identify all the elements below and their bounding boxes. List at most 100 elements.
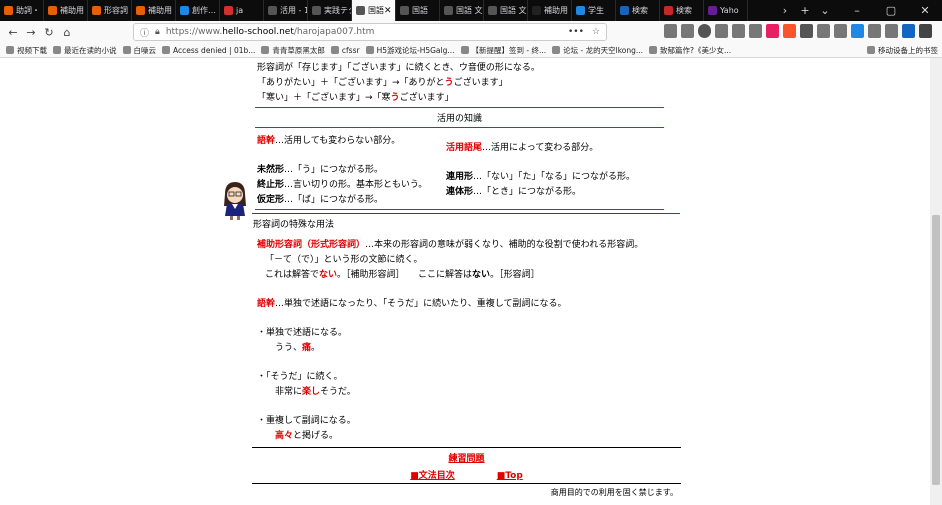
browser-tab[interactable]: 実践テク: [308, 0, 352, 21]
bookmark-icon: [162, 46, 170, 54]
bookmark-item[interactable]: cfssr: [330, 46, 360, 55]
hojo-example: これは解答でない。［補助形容詞］ ここに解答はない。［形容詞］: [265, 267, 540, 280]
menu-icon[interactable]: [919, 24, 932, 38]
maximize-icon[interactable]: ▢: [874, 4, 908, 17]
browser-tab[interactable]: 創作…: [176, 0, 220, 21]
tab-favicon-icon: [708, 6, 717, 15]
bookmark-icon: [6, 46, 14, 54]
tab-favicon-icon: [136, 6, 145, 15]
bookmarks-toolbar: 视频下载 最近在读的小说 白噪云 Access denied | 01b... 青青草原…: [0, 43, 942, 58]
tab-label: 国語: [368, 6, 384, 15]
download-icon[interactable]: [868, 24, 881, 38]
reload-icon[interactable]: ↻: [40, 26, 58, 39]
browser-tab[interactable]: 活用 - 10: [264, 0, 308, 21]
practice-link[interactable]: 練習問題: [448, 454, 484, 464]
tab-label: 補助用: [148, 6, 172, 15]
browser-tab[interactable]: 補助用: [44, 0, 88, 21]
extension-blue-icon[interactable]: [902, 24, 915, 38]
bookmark-item[interactable]: 论坛 - 龙的天空lkong...: [552, 45, 643, 56]
tab-scroll-right-icon[interactable]: ›: [775, 4, 795, 17]
new-tab-icon[interactable]: +: [795, 4, 815, 17]
bookmark-icon: [330, 46, 339, 54]
back-icon[interactable]: ←: [4, 26, 22, 39]
browser-tab[interactable]: 検索: [616, 0, 660, 21]
browser-tab[interactable]: 検索: [660, 0, 704, 21]
bookmark-item[interactable]: 青青草原黑太郎: [261, 45, 325, 56]
tab-label: 創作…: [192, 6, 216, 15]
close-window-icon[interactable]: ✕: [908, 4, 942, 17]
onbin-highlight: う: [390, 93, 400, 103]
browser-tab[interactable]: 形容詞: [88, 0, 132, 21]
usage-2-example: 非常に楽しそうだ。: [275, 384, 356, 397]
katei-desc: …「ば」につながる形。: [284, 195, 384, 205]
tab-favicon-icon: [48, 6, 57, 15]
browser-tab[interactable]: 補助用: [132, 0, 176, 21]
bookmark-label: 致郁篇作?《美少女...: [660, 45, 732, 55]
bookmark-star-icon[interactable]: ☆: [592, 27, 600, 37]
home-icon[interactable]: ⌂: [58, 26, 76, 39]
browser-tab[interactable]: 国語: [396, 0, 440, 21]
url-path: /harojapa007.htm: [293, 27, 375, 37]
tab-favicon-icon: [664, 6, 673, 15]
tab-label: 助詞・: [16, 6, 40, 15]
mizen-term: 未然形: [257, 165, 285, 175]
tab-label: 国語 文: [456, 6, 483, 15]
minimize-icon[interactable]: –: [840, 4, 874, 17]
close-tab-icon[interactable]: ✕: [384, 6, 392, 16]
extension-b-icon[interactable]: [851, 24, 864, 38]
u2-ex-b: そうだ。: [320, 387, 356, 397]
extension-icon[interactable]: [800, 24, 813, 38]
grammar-toc-link[interactable]: ■文法目次: [410, 471, 455, 481]
bookmark-item[interactable]: Access denied | 01b...: [162, 46, 255, 55]
browser-tab[interactable]: 助詞・: [0, 0, 44, 21]
url-host: hello-school.net: [222, 27, 294, 37]
screenshot-icon[interactable]: [715, 24, 728, 38]
bookmark-item[interactable]: 【新提醒】签到 - 终...: [460, 45, 546, 56]
bookmark-icon: [460, 46, 469, 54]
undo-icon[interactable]: [749, 24, 762, 38]
top-link[interactable]: ■Top: [497, 471, 523, 481]
bookmark-item[interactable]: 移动设备上的书签: [867, 45, 938, 56]
bookmark-label: Access denied | 01b...: [173, 45, 256, 55]
hojo-term: 補助形容詞（形式形容詞）: [257, 240, 366, 250]
extension-gear-icon[interactable]: [834, 24, 847, 38]
tab-label: 補助用: [60, 6, 84, 15]
tab-label: 学生: [588, 6, 604, 15]
bookmark-label: 最近在读的小说: [64, 45, 117, 55]
hojo-ex-nai-1: ない: [319, 270, 338, 280]
mizen-form: 未然形…「う」につながる形。: [257, 162, 383, 175]
bookmark-item[interactable]: 白噪云: [122, 45, 156, 56]
page-actions-icon[interactable]: •••: [568, 27, 584, 37]
reader-icon[interactable]: [817, 24, 830, 38]
forward-icon[interactable]: →: [22, 26, 40, 39]
browser-tab[interactable]: ja: [220, 0, 264, 21]
bookmark-item[interactable]: 致郁篇作?《美少女...: [649, 45, 731, 56]
tab-label: 活用 - 10: [280, 6, 307, 15]
library-icon[interactable]: [664, 24, 677, 38]
extension-s-icon[interactable]: [885, 24, 898, 38]
bookmark-item[interactable]: 视频下载: [6, 45, 47, 56]
tab-list-icon[interactable]: ⌄: [815, 4, 835, 17]
browser-tab[interactable]: 国語 文: [440, 0, 484, 21]
bookmark-item[interactable]: 最近在读的小说: [53, 45, 117, 56]
extension-e-icon[interactable]: [766, 24, 779, 38]
u1-ex-a: うう、: [275, 343, 303, 353]
shushi-term: 終止形: [257, 180, 285, 190]
shushi-desc: …言い切りの形。基本形ともいう。: [284, 180, 428, 190]
divider: [255, 127, 664, 128]
browser-tab[interactable]: 補助用: [528, 0, 572, 21]
browser-tab[interactable]: 国語 文: [484, 0, 528, 21]
tab-favicon-icon: [620, 6, 629, 15]
browser-tab[interactable]: 学生: [572, 0, 616, 21]
browser-tab[interactable]: 国語 ✕: [352, 0, 396, 21]
intro-line-2-text: 「ありがたい」＋「ございます」→「ありがとうございます」: [257, 78, 508, 88]
info-icon[interactable]: ⓘ: [140, 26, 149, 39]
bookmark-item[interactable]: H5游戏论坛-H5Galg...: [365, 45, 455, 56]
chat-icon[interactable]: [732, 24, 745, 38]
scrollbar-thumb[interactable]: [932, 215, 940, 485]
account-icon[interactable]: [698, 24, 711, 38]
browser-tab[interactable]: Yaho: [704, 0, 748, 21]
url-bar[interactable]: ⓘ 🔒︎ https://www. hello-school.net/haroja…: [133, 23, 607, 41]
shield-icon[interactable]: [783, 24, 796, 38]
sidebar-icon[interactable]: [681, 24, 694, 38]
